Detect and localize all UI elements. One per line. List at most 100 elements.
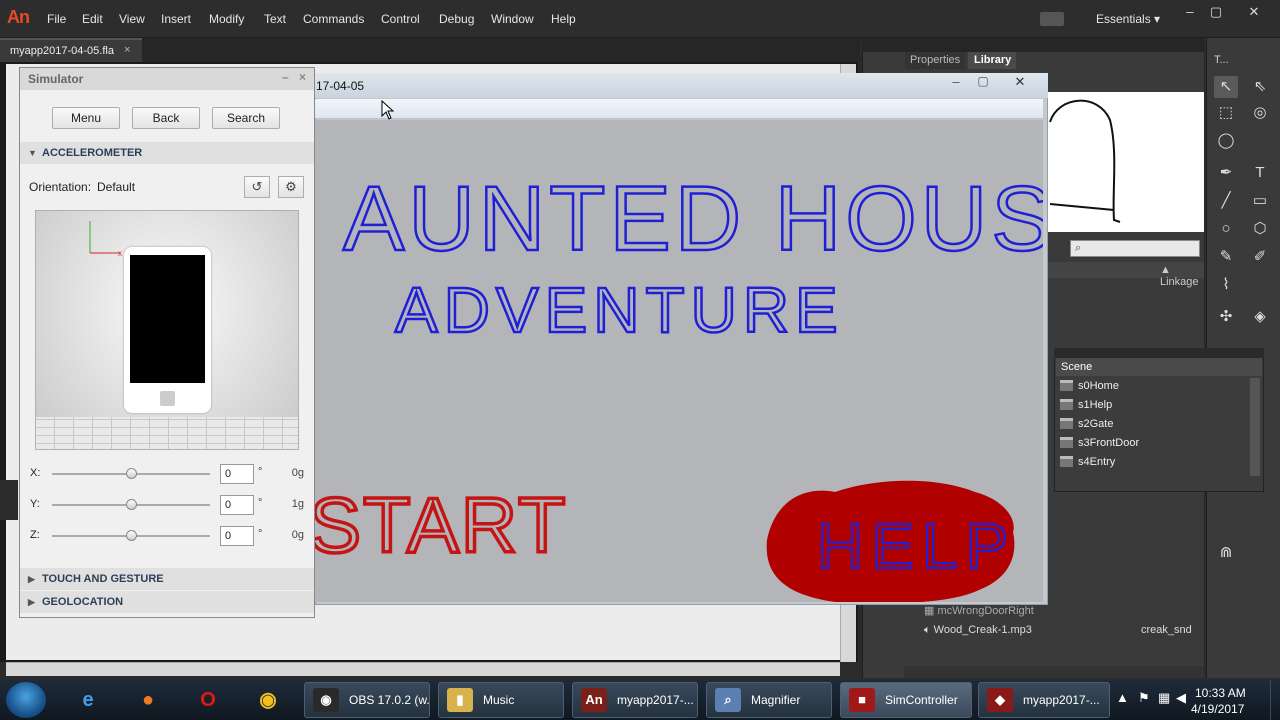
help-button-label[interactable]: HELP: [816, 509, 1016, 583]
y-axis-input[interactable]: 0: [220, 495, 254, 515]
rectangle-tool-icon[interactable]: ▭: [1248, 190, 1272, 212]
network-icon[interactable]: ▦: [1158, 690, 1170, 706]
menu-insert[interactable]: Insert: [161, 12, 191, 26]
paint-brush-tool-icon[interactable]: ⌇: [1214, 274, 1238, 296]
game-title-line1: AUNTED HOUSE: [343, 168, 1043, 270]
z-axis-input[interactable]: 0: [220, 526, 254, 546]
stage-horizontal-scrollbar[interactable]: [6, 662, 840, 676]
action-center-icon[interactable]: ⚑: [1138, 690, 1150, 706]
lasso-tool-icon[interactable]: ◯: [1214, 130, 1238, 152]
triangle-down-icon: ▼: [28, 148, 37, 158]
back-button[interactable]: Back: [132, 107, 200, 129]
scene-scrollbar[interactable]: [1250, 378, 1260, 476]
close-button[interactable]: ✕: [1244, 4, 1264, 19]
taskbar-item-player[interactable]: ◆ myapp2017-...: [978, 682, 1110, 718]
workspace-sync-icon[interactable]: [1040, 12, 1064, 26]
taskbar-item-animate[interactable]: An myapp2017-...: [572, 682, 698, 718]
taskbar-item-obs[interactable]: ◉ OBS 17.0.2 (w...: [304, 682, 430, 718]
maximize-button[interactable]: ▢: [1206, 4, 1226, 19]
y-axis-slider[interactable]: [52, 499, 210, 510]
slider-thumb[interactable]: [125, 468, 137, 479]
menu-view[interactable]: View: [119, 12, 145, 26]
menu-help[interactable]: Help: [551, 12, 576, 26]
search-button[interactable]: Search: [212, 107, 280, 129]
chrome-icon[interactable]: ◉: [246, 684, 290, 716]
taskbar-item-music[interactable]: ▮ Music: [438, 682, 564, 718]
animate-logo: An: [7, 7, 30, 27]
player-maximize-button[interactable]: ▢: [972, 74, 994, 92]
scene-item[interactable]: s2Gate: [1058, 415, 1248, 434]
library-search-input[interactable]: ⌕: [1070, 240, 1200, 257]
scene-item[interactable]: s1Help: [1058, 396, 1248, 415]
simulator-titlebar[interactable]: Simulator – ×: [20, 68, 314, 90]
menu-file[interactable]: File: [47, 12, 66, 26]
menu-commands[interactable]: Commands: [303, 12, 364, 26]
player-titlebar[interactable]: [315, 73, 1048, 98]
menu-button[interactable]: Menu: [52, 107, 120, 129]
scene-item[interactable]: s0Home: [1058, 377, 1248, 396]
accelerometer-section-header[interactable]: ▼ ACCELEROMETER: [20, 142, 314, 164]
slider-thumb[interactable]: [125, 530, 137, 541]
start-button[interactable]: [6, 682, 46, 718]
x-axis-input[interactable]: 0: [220, 464, 254, 484]
linkage-column-label[interactable]: Linkage: [1160, 276, 1199, 288]
oval-tool-icon[interactable]: ○: [1214, 218, 1238, 240]
subselection-tool-icon[interactable]: ⇖: [1248, 76, 1272, 98]
internet-explorer-icon[interactable]: e: [66, 684, 110, 716]
close-icon[interactable]: ×: [124, 44, 130, 56]
library-item[interactable]: 🔈︎ Wood_Creak-1.mp3 creak_snd: [924, 624, 1204, 638]
selection-tool-icon[interactable]: ↖: [1214, 76, 1238, 98]
simulator-title: Simulator: [28, 72, 84, 86]
menu-window[interactable]: Window: [491, 12, 534, 26]
menu-edit[interactable]: Edit: [82, 12, 103, 26]
menu-text[interactable]: Text: [264, 12, 286, 26]
opera-icon[interactable]: O: [186, 684, 230, 716]
player-menubar: [315, 99, 1043, 119]
player-close-button[interactable]: ✕: [1000, 74, 1040, 92]
polystar-tool-icon[interactable]: ⬡: [1248, 218, 1272, 240]
document-tab[interactable]: myapp2017-04-05.fla ×: [0, 38, 142, 62]
volume-icon[interactable]: ◀: [1176, 690, 1186, 706]
pen-tool-icon[interactable]: ✒: [1214, 162, 1238, 184]
close-icon[interactable]: ×: [299, 70, 306, 84]
bone-tool-icon[interactable]: ✣: [1214, 306, 1238, 328]
menu-modify[interactable]: Modify: [209, 12, 244, 26]
taskbar-item-magnifier[interactable]: ⌕ Magnifier: [706, 682, 832, 718]
reset-orientation-icon[interactable]: ↺: [244, 176, 270, 198]
clock-time[interactable]: 10:33 AM: [1195, 686, 1246, 700]
menu-control[interactable]: Control: [381, 12, 420, 26]
menu-debug[interactable]: Debug: [439, 12, 474, 26]
clock-date[interactable]: 4/19/2017: [1191, 702, 1244, 716]
game-stage[interactable]: AUNTED HOUSE ADVENTURE START HELP: [315, 120, 1043, 602]
tab-properties[interactable]: Properties: [905, 52, 965, 69]
firefox-icon[interactable]: ●: [126, 684, 170, 716]
device-orientation-view[interactable]: x: [35, 210, 299, 450]
gear-icon[interactable]: ⚙: [278, 176, 304, 198]
sort-up-icon[interactable]: ▲: [1160, 264, 1171, 276]
library-item[interactable]: ▦ mcWrongDoorRight: [924, 604, 1204, 618]
scene-item[interactable]: s3FrontDoor: [1058, 434, 1248, 453]
touch-gesture-section-header[interactable]: ▶ TOUCH AND GESTURE: [20, 568, 314, 590]
pencil-tool-icon[interactable]: ✎: [1214, 246, 1238, 268]
show-desktop-button[interactable]: [1270, 680, 1280, 720]
workspace-switcher[interactable]: Essentials ▾: [1096, 12, 1160, 26]
tray-expand-icon[interactable]: ▲: [1116, 690, 1129, 705]
free-transform-tool-icon[interactable]: ⬚: [1214, 102, 1238, 124]
brush-tool-icon[interactable]: ✐: [1248, 246, 1272, 268]
taskbar-item-simcontroller[interactable]: ■ SimController: [840, 682, 972, 718]
text-tool-icon[interactable]: T: [1248, 162, 1272, 184]
snap-tool-icon[interactable]: ⋒: [1214, 542, 1238, 564]
start-button-label[interactable]: START: [315, 479, 567, 571]
x-axis-slider[interactable]: [52, 468, 210, 479]
z-axis-slider[interactable]: [52, 530, 210, 541]
player-minimize-button[interactable]: –: [945, 74, 967, 92]
slider-thumb[interactable]: [125, 499, 137, 510]
line-tool-icon[interactable]: ╱: [1214, 190, 1238, 212]
3d-rotation-tool-icon[interactable]: ◎: [1248, 102, 1272, 124]
geolocation-section-header[interactable]: ▶ GEOLOCATION: [20, 591, 314, 613]
scene-item[interactable]: s4Entry: [1058, 453, 1248, 472]
paint-bucket-tool-icon[interactable]: ◈: [1248, 306, 1272, 328]
minimize-icon[interactable]: –: [282, 70, 289, 84]
tab-library[interactable]: Library: [968, 52, 1016, 69]
minimize-button[interactable]: –: [1180, 4, 1200, 19]
